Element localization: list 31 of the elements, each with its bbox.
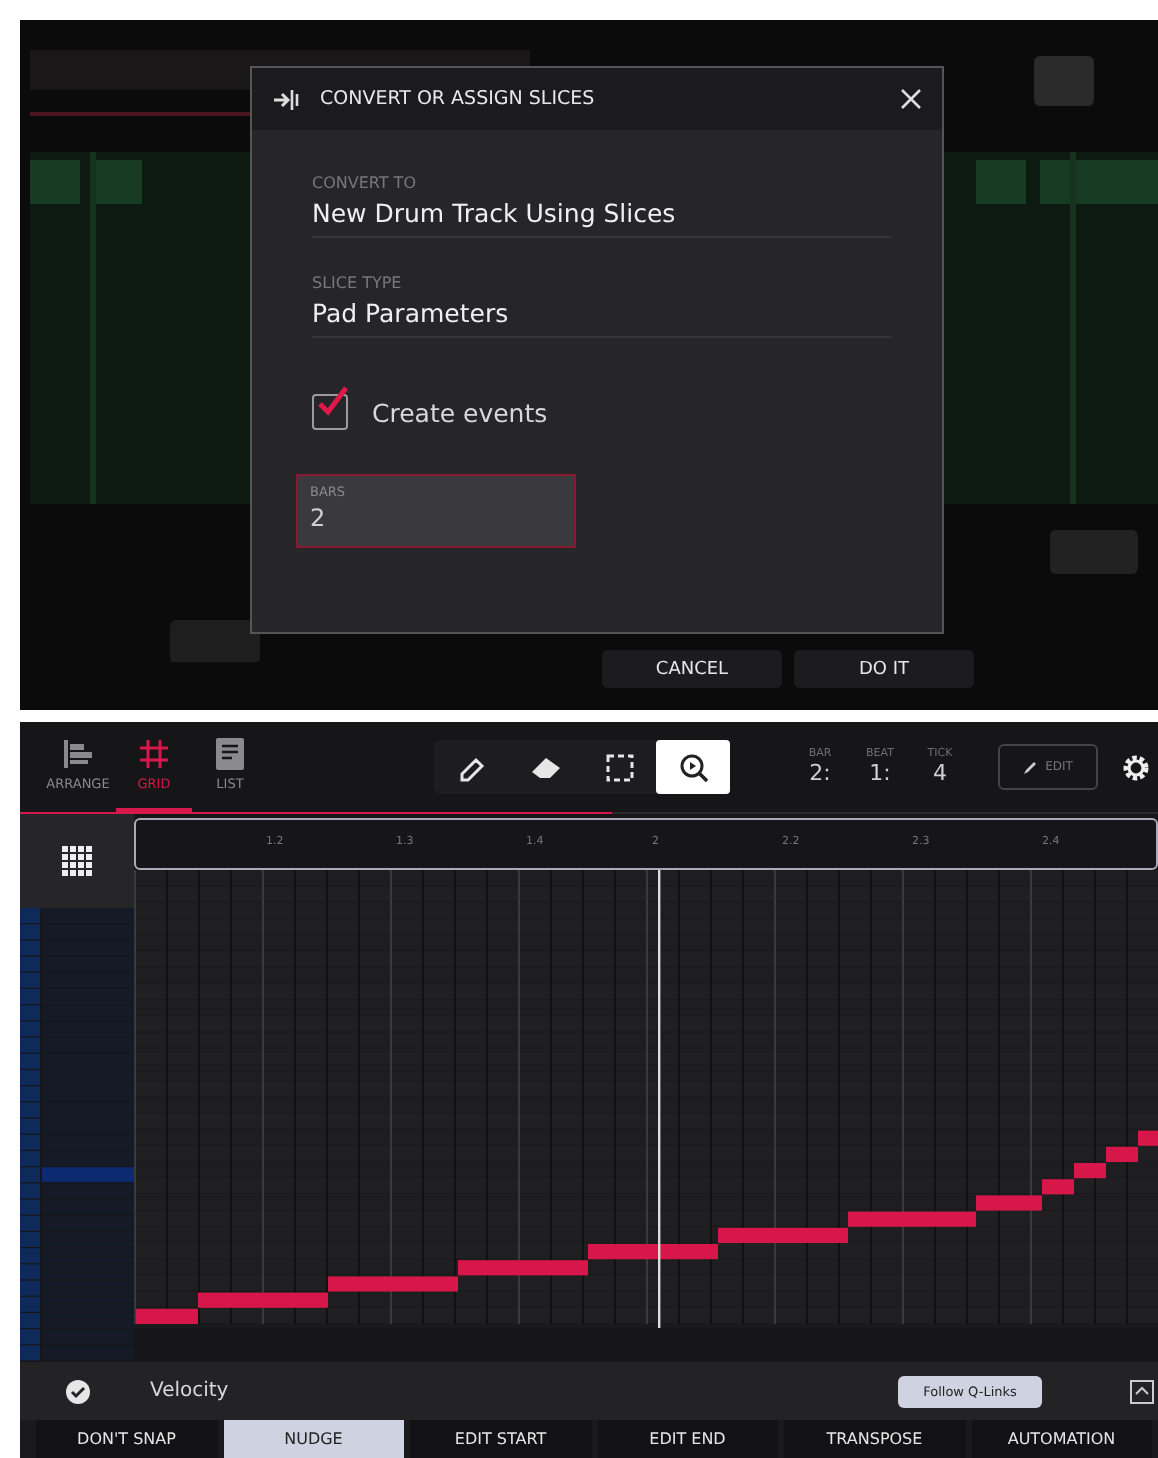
expand-icon[interactable] (1130, 1379, 1154, 1403)
dialog-button[interactable]: DO IT (794, 650, 974, 688)
mode-tab[interactable]: DON'T SNAP (36, 1420, 217, 1458)
pad-grid-icon (61, 845, 93, 877)
eraser-icon (527, 753, 563, 781)
list-icon (216, 738, 244, 770)
dropdown-field[interactable]: CONVERT TO New Drum Track Using Slices (312, 174, 892, 238)
position-value: 1: (869, 760, 891, 786)
mode-tab[interactable]: EDIT END (597, 1420, 778, 1458)
check-circle-icon[interactable] (65, 1379, 89, 1403)
mode-tab[interactable]: AUTOMATION (971, 1420, 1152, 1458)
settings-icon[interactable] (1120, 751, 1152, 783)
checkbox-label: Create events (372, 397, 548, 427)
pad-grid-button[interactable] (20, 814, 134, 908)
mode-tab[interactable]: NUDGE (223, 1420, 404, 1458)
dialog-title: CONVERT OR ASSIGN SLICES (320, 88, 597, 110)
velocity-label: Velocity (150, 1380, 231, 1402)
dropdown-field[interactable]: SLICE TYPE Pad Parameters (312, 274, 892, 338)
mode-tab[interactable]: TRANSPOSE (784, 1420, 965, 1458)
slice-arrow-icon (272, 87, 300, 111)
dialog-button[interactable]: CANCEL (602, 650, 782, 688)
position-value: 4 (933, 760, 947, 786)
zoom-icon (677, 751, 709, 783)
position-value: 2: (809, 760, 831, 786)
pencil-icon (1023, 760, 1038, 774)
selection-icon (605, 753, 633, 781)
close-icon[interactable] (900, 88, 922, 110)
grid-icon (138, 738, 170, 770)
mode-tab[interactable]: EDIT START (410, 1420, 591, 1458)
tool-button[interactable] (656, 740, 730, 794)
arrange-icon (62, 738, 94, 770)
